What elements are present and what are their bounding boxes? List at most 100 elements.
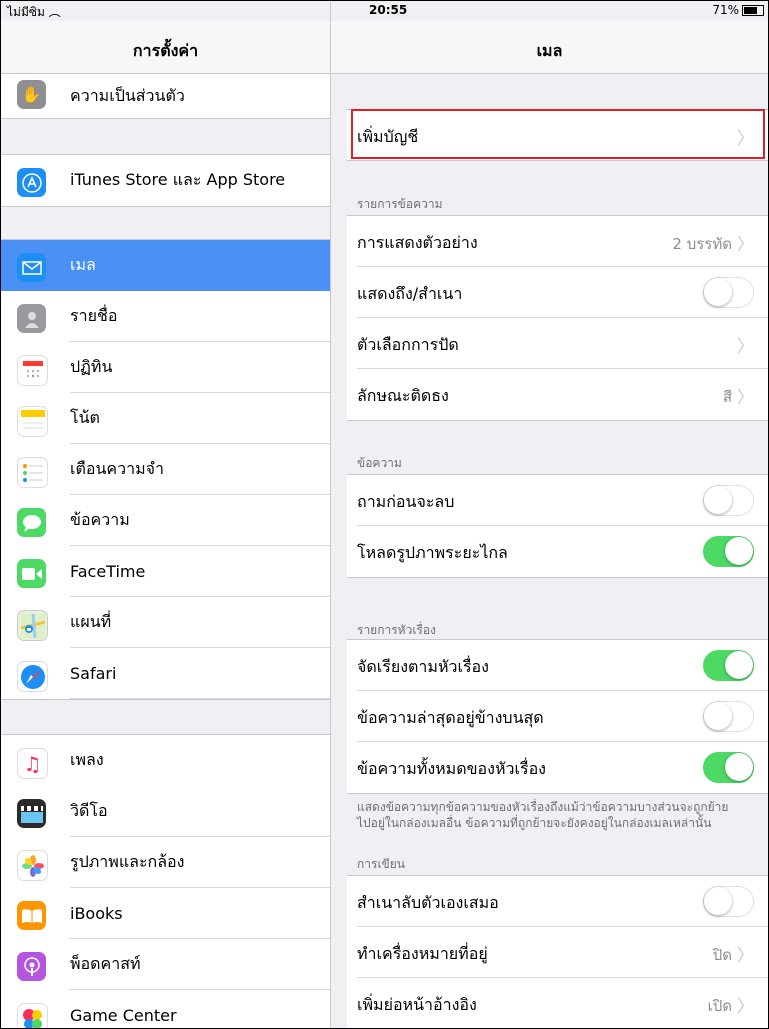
swipe-options-row[interactable]: ตัวเลือกการปัด 〉	[347, 318, 768, 369]
increase-quote-level-row[interactable]: เพิ่มย่อหน้าอ้างอิง เปิด 〉	[347, 978, 768, 1028]
safari-icon	[17, 661, 48, 692]
sidebar-item-label: ความเป็นส่วนตัว	[70, 85, 185, 105]
sidebar-item-notes[interactable]: โน้ต	[1, 393, 330, 444]
mail-settings-panel: เมล เพิ่มบัญชี 〉 รายการข้อความ การแสดงตั…	[331, 1, 768, 1028]
message-list-group: การแสดงตัวอย่าง 2 บรรทัด 〉 แสดงถึง/สำเนา…	[347, 215, 768, 421]
sidebar-item-label: เตือนความจำ	[70, 459, 164, 478]
maps-icon	[17, 610, 48, 641]
chevron-right-icon: 〉	[737, 946, 754, 966]
battery-indicator: 71%	[712, 3, 764, 17]
show-to-cc-label: แสดงถึง/สำเนา	[357, 284, 463, 303]
flag-style-row[interactable]: ลักษณะติดธง สี 〉	[347, 369, 768, 420]
most-recent-on-top-toggle[interactable]	[703, 701, 754, 732]
sidebar-item-contacts[interactable]: รายชื่อ	[1, 291, 330, 342]
composing-group: สำเนาลับตัวเองเสมอ ทำเครื่องหมายที่อยู่ …	[347, 875, 768, 1028]
mark-addresses-row[interactable]: ทำเครื่องหมายที่อยู่ ปิด 〉	[347, 927, 768, 978]
photos-icon	[17, 850, 48, 881]
sidebar-item-calendar[interactable]: ปฏิทิน	[1, 342, 330, 393]
increase-quote-level-value: เปิด	[707, 997, 732, 1015]
sidebar-item-ibooks[interactable]: iBooks	[1, 888, 330, 939]
videos-icon	[17, 799, 46, 828]
most-recent-on-top-label: ข้อความล่าสุดอยู่ข้างบนสุด	[357, 708, 544, 727]
screen: การตั้งค่า ✋ ความเป็นส่วนตัว iTunes Stor…	[0, 0, 769, 1029]
sidebar-group-media: ♫ เพลง วิดีโอ รูปภาพและกล้อง iBooks พ็อด…	[1, 734, 330, 1028]
sidebar-item-label: ปฏิทิน	[70, 357, 113, 376]
chevron-right-icon: 〉	[737, 388, 754, 408]
calendar-icon	[17, 355, 48, 386]
game-center-icon	[17, 1003, 48, 1028]
threading-footer-line: ไปอยู่ในกล่องเมลอื่น ข้อความที่ถูกย้ายจะ…	[357, 816, 712, 830]
complete-threads-label: ข้อความทั้งหมดของหัวเรื่อง	[357, 759, 546, 778]
mark-addresses-value: ปิด	[712, 946, 732, 964]
sidebar-item-label: รายชื่อ	[70, 306, 118, 325]
threading-footer-line: แสดงข้อความทุกข้อความของหัวเรื่องถึงแม้ว…	[357, 800, 729, 814]
increase-quote-level-label: เพิ่มย่อหน้าอ้างอิง	[357, 995, 477, 1014]
sidebar-item-maps[interactable]: แผนที่	[1, 597, 330, 648]
show-to-cc-row: แสดงถึง/สำเนา	[347, 267, 768, 318]
sidebar-group-store: iTunes Store และ App Store	[1, 154, 330, 207]
sidebar-title: การตั้งค่า	[132, 41, 199, 60]
sidebar-item-label: แผนที่	[70, 612, 112, 631]
ask-before-deleting-toggle[interactable]	[703, 485, 754, 516]
mail-icon	[17, 253, 46, 282]
highlight-box	[351, 109, 765, 159]
sidebar-item-facetime[interactable]: FaceTime	[1, 546, 330, 597]
sidebar-item-podcasts[interactable]: พ็อดคาสท์	[1, 939, 330, 990]
sidebar-item-music[interactable]: ♫ เพลง	[1, 735, 330, 786]
section-header-composing: การเขียน	[357, 857, 405, 871]
app-store-icon	[17, 168, 46, 197]
carrier-text: ไม่มีซิม	[7, 5, 45, 19]
sidebar-item-game-center[interactable]: Game Center	[1, 990, 330, 1028]
reminders-icon	[17, 457, 48, 488]
complete-threads-row: ข้อความทั้งหมดของหัวเรื่อง	[347, 742, 768, 793]
hand-icon: ✋	[17, 80, 46, 109]
always-bcc-myself-toggle[interactable]	[703, 886, 754, 917]
organize-by-thread-label: จัดเรียงตามหัวเรื่อง	[357, 657, 489, 676]
sidebar-item-label: เพลง	[70, 750, 104, 769]
always-bcc-myself-label: สำเนาลับตัวเองเสมอ	[357, 893, 499, 912]
music-icon: ♫	[17, 748, 48, 779]
sidebar-item-label: Safari	[70, 664, 117, 683]
ask-before-deleting-row: ถามก่อนจะลบ	[347, 475, 768, 526]
sidebar-item-label: iTunes Store และ App Store	[70, 170, 286, 189]
mark-addresses-label: ทำเครื่องหมายที่อยู่	[357, 944, 488, 963]
sidebar-item-mail[interactable]: เมล	[1, 240, 330, 291]
organize-by-thread-toggle[interactable]	[703, 650, 754, 681]
preview-label: การแสดงตัวอย่าง	[357, 233, 478, 252]
sidebar-group-privacy: ✋ ความเป็นส่วนตัว	[1, 73, 330, 119]
sidebar-item-label: โน้ต	[70, 408, 100, 427]
settings-sidebar: การตั้งค่า ✋ ความเป็นส่วนตัว iTunes Stor…	[1, 1, 331, 1028]
contacts-icon	[17, 304, 46, 333]
threading-footer: แสดงข้อความทุกข้อความของหัวเรื่องถึงแม้ว…	[357, 799, 757, 831]
wifi-icon: ︵	[48, 5, 61, 19]
battery-icon	[742, 4, 764, 16]
sidebar-item-label: ข้อความ	[70, 510, 130, 529]
always-bcc-myself-row: สำเนาลับตัวเองเสมอ	[347, 876, 768, 927]
organize-by-thread-row: จัดเรียงตามหัวเรื่อง	[347, 640, 768, 691]
load-remote-images-label: โหลดรูปภาพระยะไกล	[357, 543, 508, 562]
sidebar-item-reminders[interactable]: เตือนความจำ	[1, 444, 330, 495]
ibooks-icon	[17, 901, 46, 930]
complete-threads-toggle[interactable]	[703, 752, 754, 783]
sidebar-item-itunes-store[interactable]: iTunes Store และ App Store	[1, 155, 330, 206]
sidebar-nav-bar: การตั้งค่า	[1, 21, 330, 74]
detail-nav-bar: เมล	[331, 21, 768, 74]
show-to-cc-toggle[interactable]	[703, 277, 754, 308]
chevron-right-icon: 〉	[737, 337, 754, 357]
sidebar-item-label: iBooks	[70, 904, 123, 923]
notes-icon	[17, 406, 48, 437]
section-header-message-list: รายการข้อความ	[357, 197, 443, 211]
sidebar-item-messages[interactable]: ข้อความ	[1, 495, 330, 546]
chevron-right-icon: 〉	[737, 997, 754, 1017]
preview-row[interactable]: การแสดงตัวอย่าง 2 บรรทัด 〉	[347, 216, 768, 267]
preview-value: 2 บรรทัด	[672, 235, 732, 253]
most-recent-on-top-row: ข้อความล่าสุดอยู่ข้างบนสุด	[347, 691, 768, 742]
load-remote-images-toggle[interactable]	[703, 536, 754, 567]
sidebar-item-privacy[interactable]: ✋ ความเป็นส่วนตัว	[1, 74, 330, 118]
sidebar-item-photos[interactable]: รูปภาพและกล้อง	[1, 837, 330, 888]
sidebar-item-safari[interactable]: Safari	[1, 648, 330, 699]
sidebar-item-label: พ็อดคาสท์	[70, 954, 141, 973]
sidebar-item-videos[interactable]: วิดีโอ	[1, 786, 330, 837]
flag-style-value: สี	[722, 388, 732, 406]
swipe-options-label: ตัวเลือกการปัด	[357, 335, 459, 354]
